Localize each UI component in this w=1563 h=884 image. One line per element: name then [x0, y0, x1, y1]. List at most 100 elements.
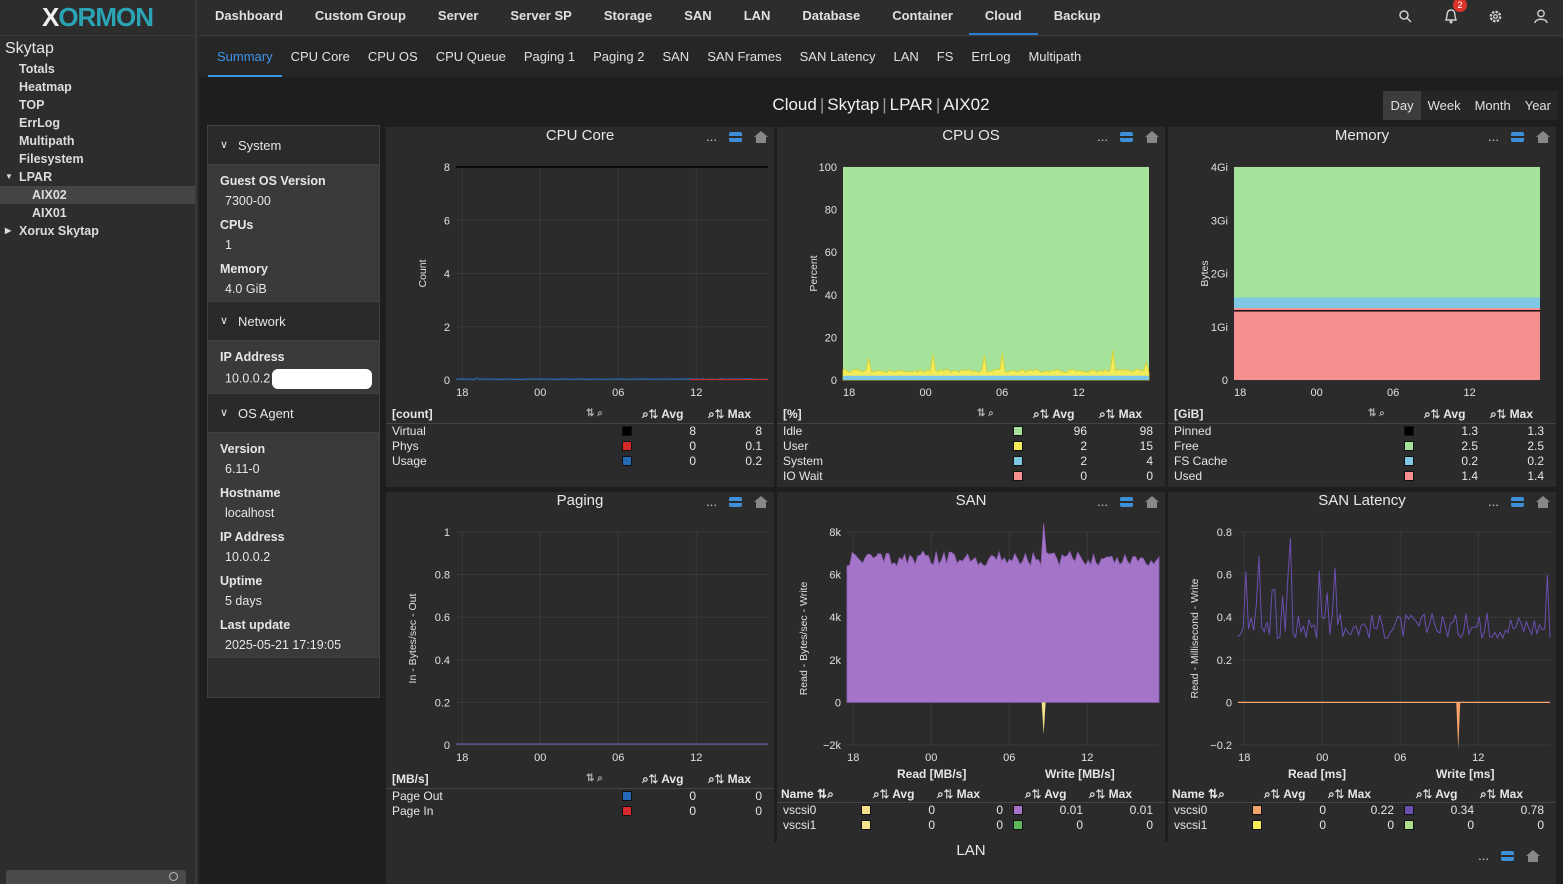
sidebar-item-errlog[interactable]: ErrLog — [0, 114, 195, 132]
nav-storage[interactable]: Storage — [588, 0, 668, 35]
nav-server-sp[interactable]: Server SP — [494, 0, 587, 35]
legend-col-avg[interactable]: ⌕⇅ Avg — [873, 785, 914, 803]
sidebar-item-totals[interactable]: Totals — [0, 60, 195, 78]
legend-name-header[interactable]: Name ⇅⌕ — [781, 785, 834, 803]
tab-summary[interactable]: Summary — [208, 37, 282, 77]
tab-san[interactable]: SAN — [653, 37, 698, 77]
range-week-button[interactable]: Week — [1421, 91, 1468, 120]
sidebar-item-multipath[interactable]: Multipath — [0, 132, 195, 150]
legend-row[interactable]: vscsi0 0 0.22 0.34 0.78 — [1168, 803, 1556, 818]
legend-col-max[interactable]: ⌕⇅ Max — [1099, 404, 1142, 424]
legend-row[interactable]: Used 1.4 1.4 — [1168, 469, 1556, 484]
search-icon[interactable] — [1383, 0, 1428, 32]
legend-row[interactable]: Page Out 0 0 — [386, 789, 774, 804]
more-icon[interactable]: ... — [1478, 848, 1489, 863]
legend-col-max[interactable]: ⌕⇅ Max — [708, 769, 751, 789]
legend-row[interactable]: vscsi1 0 0 0 0 — [777, 818, 1165, 833]
legend-col-avg[interactable]: ⌕⇅ Avg — [642, 404, 683, 424]
legend-row[interactable]: Page In 0 0 — [386, 804, 774, 819]
range-month-button[interactable]: Month — [1468, 91, 1518, 120]
sidebar-item-lpar[interactable]: ▼ LPAR — [0, 168, 195, 186]
nav-dashboard[interactable]: Dashboard — [199, 0, 299, 35]
info-label: IP Address — [220, 530, 285, 544]
legend-row[interactable]: vscsi1 0 0 0 0 — [1168, 818, 1556, 833]
sidebar-item-heatmap[interactable]: Heatmap — [0, 78, 195, 96]
legend-col-avg[interactable]: ⌕⇅ Avg — [642, 769, 683, 789]
search-icon[interactable] — [169, 872, 178, 881]
legend-row[interactable]: Free 2.5 2.5 — [1168, 439, 1556, 454]
sidebar-item-filesystem[interactable]: Filesystem — [0, 150, 195, 168]
nav-lan[interactable]: LAN — [728, 0, 787, 35]
gear-icon[interactable] — [1473, 0, 1518, 32]
nav-server[interactable]: Server — [422, 0, 494, 35]
tab-lan[interactable]: LAN — [884, 37, 927, 77]
sort-icon[interactable]: ⇅ ⌕ — [977, 404, 994, 424]
nav-cloud[interactable]: Cloud — [968, 0, 1038, 35]
legend-row[interactable]: Virtual 8 8 — [386, 424, 774, 439]
info-section-header[interactable]: ∨ System — [208, 126, 379, 165]
legend-col-avg[interactable]: ⌕⇅ Avg — [1025, 785, 1066, 803]
nav-san[interactable]: SAN — [668, 0, 727, 35]
chevron-down-icon[interactable]: ∨ — [220, 394, 228, 433]
range-day-button[interactable]: Day — [1383, 91, 1421, 120]
info-section-title: System — [238, 138, 282, 153]
legend-row[interactable]: IO Wait 0 0 — [777, 469, 1165, 484]
legend-row[interactable]: User 2 15 — [777, 439, 1165, 454]
logo[interactable]: X ORMON — [0, 0, 195, 36]
legend-col-max[interactable]: ⌕⇅ Max — [1089, 785, 1132, 803]
sidebar-search-input[interactable] — [6, 870, 186, 884]
legend-row[interactable]: Idle 96 98 — [777, 424, 1165, 439]
caret-down-icon[interactable]: ▼ — [5, 168, 13, 186]
breadcrumb-item[interactable]: Skytap — [827, 95, 879, 114]
tab-cpu-os[interactable]: CPU OS — [359, 37, 427, 77]
sort-icon[interactable]: ⇅ ⌕ — [1368, 404, 1385, 424]
info-section-header[interactable]: ∨ OS Agent — [208, 394, 379, 433]
breadcrumb-item[interactable]: Cloud — [772, 95, 816, 114]
legend-col-max[interactable]: ⌕⇅ Max — [708, 404, 751, 424]
tab-cpu-queue[interactable]: CPU Queue — [427, 37, 515, 77]
tab-paging-2[interactable]: Paging 2 — [584, 37, 653, 77]
tab-san-frames[interactable]: SAN Frames — [698, 37, 790, 77]
legend-row[interactable]: Usage 0 0.2 — [386, 454, 774, 469]
user-icon[interactable] — [1518, 0, 1563, 32]
legend-row[interactable]: Phys 0 0.1 — [386, 439, 774, 454]
legend-col-max[interactable]: ⌕⇅ Max — [1328, 785, 1371, 803]
chevron-down-icon[interactable]: ∨ — [220, 126, 228, 165]
legend-col-max[interactable]: ⌕⇅ Max — [1480, 785, 1523, 803]
tab-multipath[interactable]: Multipath — [1019, 37, 1090, 77]
legend-col-max[interactable]: ⌕⇅ Max — [1490, 404, 1533, 424]
info-section-header[interactable]: ∨ Network — [208, 302, 379, 341]
legend-col-avg[interactable]: ⌕⇅ Avg — [1416, 785, 1457, 803]
tab-cpu-core[interactable]: CPU Core — [282, 37, 359, 77]
tab-errlog[interactable]: ErrLog — [962, 37, 1019, 77]
sidebar-item-top[interactable]: TOP — [0, 96, 195, 114]
legend-row[interactable]: System 2 4 — [777, 454, 1165, 469]
legend-col-avg[interactable]: ⌕⇅ Avg — [1424, 404, 1465, 424]
legend-col-avg[interactable]: ⌕⇅ Avg — [1264, 785, 1305, 803]
bell-icon[interactable]: 2 — [1428, 0, 1473, 32]
legend-col-max[interactable]: ⌕⇅ Max — [937, 785, 980, 803]
caret-right-icon[interactable]: ▶ — [5, 222, 11, 240]
tab-san-latency[interactable]: SAN Latency — [791, 37, 885, 77]
nav-custom-group[interactable]: Custom Group — [299, 0, 422, 35]
nav-database[interactable]: Database — [786, 0, 876, 35]
legend-row[interactable]: Pinned 1.3 1.3 — [1168, 424, 1556, 439]
breadcrumb-item[interactable]: LPAR — [890, 95, 933, 114]
sidebar-item-xorux-skytap[interactable]: ▶ Xorux Skytap — [0, 222, 195, 240]
nav-backup[interactable]: Backup — [1038, 0, 1117, 35]
sidebar-item-aix01[interactable]: AIX01 — [0, 204, 195, 222]
tab-paging-1[interactable]: Paging 1 — [515, 37, 584, 77]
sort-icon[interactable]: ⇅ ⌕ — [586, 769, 603, 789]
tab-fs[interactable]: FS — [928, 37, 963, 77]
sidebar-item-aix02[interactable]: AIX02 — [0, 186, 195, 204]
legend-row[interactable]: FS Cache 0.2 0.2 — [1168, 454, 1556, 469]
legend-name-header[interactable]: Name ⇅⌕ — [1172, 785, 1225, 803]
home-icon[interactable] — [1526, 849, 1540, 862]
legend-row[interactable]: vscsi0 0 0 0.01 0.01 — [777, 803, 1165, 818]
chevron-down-icon[interactable]: ∨ — [220, 302, 228, 341]
range-year-button[interactable]: Year — [1518, 91, 1558, 120]
sort-icon[interactable]: ⇅ ⌕ — [586, 404, 603, 424]
database-icon[interactable] — [1501, 850, 1514, 861]
nav-container[interactable]: Container — [876, 0, 969, 35]
legend-col-avg[interactable]: ⌕⇅ Avg — [1033, 404, 1074, 424]
